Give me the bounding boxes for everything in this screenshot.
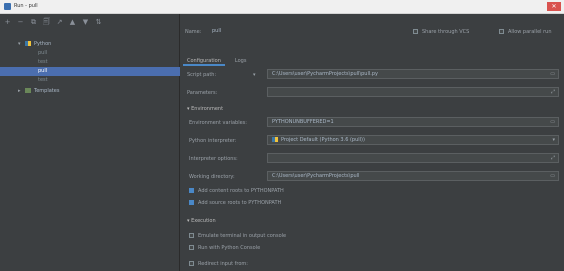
run-console-label: Run with Python Console xyxy=(198,245,261,251)
parameters-label: Parameters: xyxy=(187,90,218,96)
expand-arrow-icon[interactable]: ▾ xyxy=(18,40,25,49)
window-title: Run - pull xyxy=(14,3,38,9)
tab-bar: Configuration Logs xyxy=(183,56,250,66)
checkbox-icon[interactable] xyxy=(189,245,194,250)
add-source-roots-checkbox[interactable]: Add source roots to PYTHONPATH xyxy=(189,200,281,206)
name-field[interactable]: pull xyxy=(207,26,287,36)
share-vcs-label: Share through VCS xyxy=(422,29,470,35)
tree-label: pull xyxy=(38,68,48,74)
tree-group-templates[interactable]: ▸ Templates xyxy=(0,87,180,96)
emulate-terminal-label: Emulate terminal in output console xyxy=(198,233,287,239)
tree-group-python[interactable]: ▾ Python xyxy=(0,40,180,49)
env-vars-label: Environment variables: xyxy=(189,120,247,126)
execution-section[interactable]: ▾ Execution xyxy=(187,218,216,224)
parameters-input[interactable]: ⤢ xyxy=(267,87,559,97)
redirect-input-checkbox[interactable]: Redirect input from: xyxy=(189,261,248,267)
tree-item-test[interactable]: test xyxy=(0,58,180,67)
tree-item-pull-selected[interactable]: pull xyxy=(0,67,180,76)
execution-label: Execution xyxy=(191,218,216,224)
working-dir-value: C:\Users\user\PycharmProjects\pull xyxy=(272,173,360,179)
emulate-terminal-checkbox[interactable]: Emulate terminal in output console xyxy=(189,233,286,239)
expand-icon[interactable]: ⤢ xyxy=(551,154,555,162)
script-path-value: C:\Users\user\PycharmProjects\pull\pull.… xyxy=(272,71,378,77)
folder-icon[interactable]: ▭ xyxy=(550,172,555,180)
name-row: Name: pull Share through VCS Allow paral… xyxy=(181,26,564,38)
checkbox-checked-icon[interactable] xyxy=(189,188,194,193)
tree-label: test xyxy=(38,77,48,83)
tab-logs[interactable]: Logs xyxy=(231,56,251,66)
run-configurations-window: Run - pull ✕ + − ⧉ 🗐 ↗ ▲ ▼ ⇅ ▾ Python pul… xyxy=(0,0,564,271)
move-up-icon[interactable]: ▲ xyxy=(69,18,76,26)
redirect-input-label: Redirect input from: xyxy=(198,261,248,267)
interpreter-value: Project Default (Python 3.6 (pull)) xyxy=(281,137,365,143)
checkbox-checked-icon[interactable] xyxy=(189,200,194,205)
collapse-arrow-icon[interactable]: ▸ xyxy=(18,87,25,96)
python-icon xyxy=(25,41,31,46)
tree-label: pull xyxy=(38,50,48,56)
sort-icon[interactable]: ⇅ xyxy=(95,18,102,26)
name-label: Name: xyxy=(185,29,202,35)
sidebar: + − ⧉ 🗐 ↗ ▲ ▼ ⇅ ▾ Python pull test pull t… xyxy=(0,14,180,271)
checkbox-icon[interactable] xyxy=(499,29,504,34)
python-icon xyxy=(272,137,278,142)
remove-icon[interactable]: − xyxy=(17,18,24,26)
env-vars-input[interactable]: PYTHONUNBUFFERED=1 ▭ xyxy=(267,117,559,127)
copy-icon[interactable]: ⧉ xyxy=(30,18,37,26)
folder-icon[interactable]: ▭ xyxy=(550,70,555,78)
title-bar: Run - pull ✕ xyxy=(0,0,564,14)
checkbox-icon[interactable] xyxy=(413,29,418,34)
tree-label: test xyxy=(38,59,48,65)
interpreter-options-input[interactable]: ⤢ xyxy=(267,153,559,163)
run-console-checkbox[interactable]: Run with Python Console xyxy=(189,245,260,251)
add-content-roots-checkbox[interactable]: Add content roots to PYTHONPATH xyxy=(189,188,284,194)
environment-section[interactable]: ▾ Environment xyxy=(187,106,223,112)
edit-env-icon[interactable]: ▭ xyxy=(550,118,555,126)
chevron-down-icon[interactable]: ▾ xyxy=(552,136,555,144)
config-tree: ▾ Python pull test pull test ▸ Templates xyxy=(0,40,180,96)
tab-configuration[interactable]: Configuration xyxy=(183,56,225,66)
add-content-roots-label: Add content roots to PYTHONPATH xyxy=(198,188,284,194)
environment-label: Environment xyxy=(191,106,224,112)
sidebar-toolbar: + − ⧉ 🗐 ↗ ▲ ▼ ⇅ xyxy=(4,17,102,27)
edit-icon[interactable]: ↗ xyxy=(56,18,63,26)
tree-item-pull[interactable]: pull xyxy=(0,49,180,58)
parallel-run-label: Allow parallel run xyxy=(508,29,552,35)
tree-label: Templates xyxy=(34,88,60,94)
app-icon xyxy=(4,3,11,10)
working-dir-input[interactable]: C:\Users\user\PycharmProjects\pull ▭ xyxy=(267,171,559,181)
add-icon[interactable]: + xyxy=(4,18,11,26)
working-dir-label: Working directory: xyxy=(189,174,235,180)
move-down-icon[interactable]: ▼ xyxy=(82,18,89,26)
interpreter-options-label: Interpreter options: xyxy=(189,156,238,162)
interpreter-label: Python interpreter: xyxy=(189,138,237,144)
share-vcs-checkbox[interactable]: Share through VCS xyxy=(413,29,469,35)
script-dropdown-icon[interactable]: ▾ xyxy=(253,72,256,78)
tree-item-test-2[interactable]: test xyxy=(0,76,180,85)
save-icon[interactable]: 🗐 xyxy=(43,18,50,26)
script-path-input[interactable]: C:\Users\user\PycharmProjects\pull\pull.… xyxy=(267,69,559,79)
close-button[interactable]: ✕ xyxy=(547,2,561,11)
add-source-roots-label: Add source roots to PYTHONPATH xyxy=(198,200,282,206)
templates-icon xyxy=(25,88,31,93)
checkbox-icon[interactable] xyxy=(189,233,194,238)
parallel-run-checkbox[interactable]: Allow parallel run xyxy=(499,29,552,35)
env-vars-value: PYTHONUNBUFFERED=1 xyxy=(272,119,334,125)
script-path-label: Script path: xyxy=(187,72,217,78)
checkbox-icon[interactable] xyxy=(189,261,194,266)
expand-icon[interactable]: ⤢ xyxy=(551,88,555,96)
tree-label: Python xyxy=(34,41,52,47)
config-panel: Name: pull Share through VCS Allow paral… xyxy=(181,14,564,271)
interpreter-select[interactable]: Project Default (Python 3.6 (pull)) ▾ xyxy=(267,135,559,145)
